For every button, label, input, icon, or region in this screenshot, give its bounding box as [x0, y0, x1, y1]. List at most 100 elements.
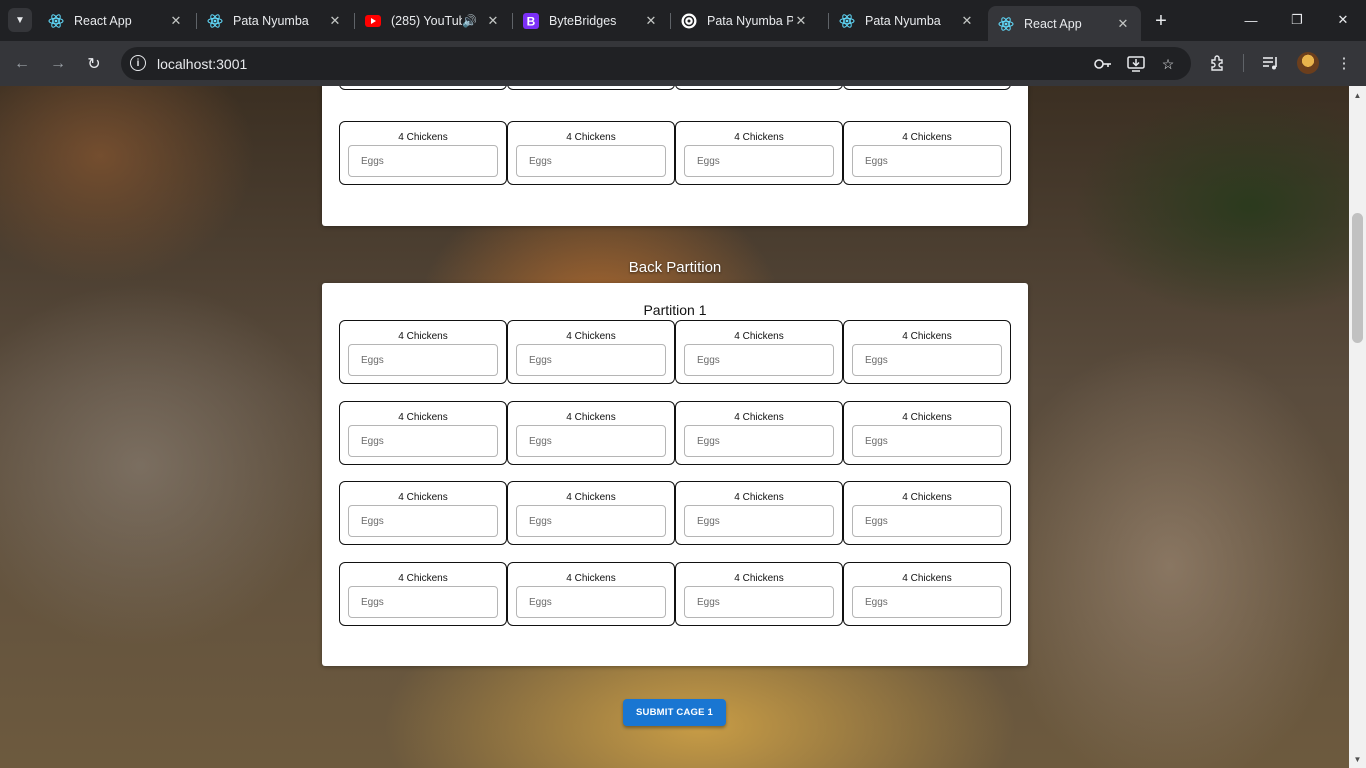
eggs-input-field[interactable]: [852, 344, 1002, 376]
new-tab-button[interactable]: +: [1150, 10, 1172, 32]
chicken-count-label: 4 Chickens: [566, 492, 616, 503]
eggs-input[interactable]: [349, 146, 497, 176]
cage-card: 4 Chickens: [507, 121, 675, 185]
media-control-icon[interactable]: [1260, 52, 1282, 74]
eggs-input-field[interactable]: [348, 586, 498, 618]
close-window-button[interactable]: ✕: [1320, 0, 1366, 40]
eggs-input[interactable]: [517, 146, 665, 176]
close-icon[interactable]: ✕: [168, 13, 184, 29]
address-bar[interactable]: i localhost:3001 ☆: [121, 47, 1191, 80]
close-icon[interactable]: ✕: [485, 13, 501, 29]
close-icon[interactable]: ✕: [959, 13, 975, 29]
eggs-input-field[interactable]: [684, 505, 834, 537]
cage-card: 4 Chickens: [339, 320, 507, 384]
eggs-input[interactable]: [685, 506, 833, 536]
page-scrollbar[interactable]: ▲ ▼: [1349, 86, 1366, 768]
eggs-input-field[interactable]: [684, 145, 834, 177]
tab-pata-nyumba-2[interactable]: Pata Nyumba ✕: [829, 6, 985, 36]
tab-react-app-active[interactable]: React App ✕: [988, 6, 1141, 41]
eggs-input[interactable]: [685, 587, 833, 617]
close-icon[interactable]: ✕: [1115, 16, 1131, 32]
password-key-icon[interactable]: [1094, 55, 1112, 73]
tab-title: Pata Nyumba: [233, 14, 309, 28]
tab-title: (285) YouTube: [391, 14, 462, 28]
eggs-input-field[interactable]: [348, 145, 498, 177]
eggs-input[interactable]: [853, 146, 1001, 176]
eggs-input[interactable]: [853, 345, 1001, 375]
eggs-input-field[interactable]: [684, 425, 834, 457]
extensions-icon[interactable]: [1207, 52, 1229, 74]
eggs-input-field[interactable]: [516, 586, 666, 618]
eggs-input-field[interactable]: [348, 425, 498, 457]
submit-cage-button[interactable]: SUBMIT CAGE 1: [623, 699, 726, 726]
openai-icon: [681, 13, 697, 29]
eggs-input[interactable]: [517, 426, 665, 456]
chicken-count-label: 4 Chickens: [734, 573, 784, 584]
eggs-input[interactable]: [517, 345, 665, 375]
eggs-input[interactable]: [349, 506, 497, 536]
eggs-input-field[interactable]: [348, 505, 498, 537]
eggs-input[interactable]: [853, 587, 1001, 617]
eggs-input-field[interactable]: [516, 505, 666, 537]
minimize-button[interactable]: —: [1228, 0, 1274, 40]
eggs-input[interactable]: [517, 506, 665, 536]
section-title: Back Partition: [628, 259, 722, 276]
url-text[interactable]: localhost:3001: [157, 56, 247, 72]
tab-bytebridges[interactable]: B ByteBridges ✕: [513, 6, 669, 36]
eggs-input-field[interactable]: [516, 425, 666, 457]
react-icon: [48, 13, 64, 29]
eggs-input-field[interactable]: [852, 425, 1002, 457]
eggs-input[interactable]: [349, 587, 497, 617]
page-viewport: 4 Chickens 4 Chickens 4 Chickens 4 Chick…: [0, 86, 1349, 768]
cage-card: 4 Chickens: [675, 320, 843, 384]
eggs-input[interactable]: [685, 146, 833, 176]
forward-button[interactable]: →: [45, 51, 71, 77]
menu-icon[interactable]: ⋮: [1333, 52, 1355, 74]
tab-search-button[interactable]: ▼: [8, 8, 32, 32]
scrollbar-thumb[interactable]: [1352, 213, 1363, 343]
eggs-input-field[interactable]: [852, 145, 1002, 177]
eggs-input-field[interactable]: [684, 586, 834, 618]
eggs-input-field[interactable]: [684, 344, 834, 376]
close-icon[interactable]: ✕: [643, 13, 659, 29]
tab-pata-nyumba-pr[interactable]: Pata Nyumba Pr ✕: [671, 6, 827, 36]
tab-title: Pata Nyumba Pr: [707, 14, 793, 28]
eggs-input-field[interactable]: [852, 505, 1002, 537]
eggs-input[interactable]: [349, 345, 497, 375]
eggs-input-field[interactable]: [852, 586, 1002, 618]
chicken-count-label: 4 Chickens: [734, 492, 784, 503]
scroll-up-arrow-icon[interactable]: ▲: [1349, 90, 1366, 102]
bookmark-star-icon[interactable]: ☆: [1159, 55, 1177, 73]
install-app-icon[interactable]: [1127, 55, 1145, 73]
eggs-input-field[interactable]: [516, 145, 666, 177]
eggs-input-field[interactable]: [348, 344, 498, 376]
cage-card: [675, 86, 843, 90]
react-icon: [998, 16, 1014, 32]
tab-pata-nyumba-1[interactable]: Pata Nyumba ✕: [197, 6, 353, 36]
close-icon[interactable]: ✕: [327, 13, 343, 29]
chicken-count-label: 4 Chickens: [902, 331, 952, 342]
arrow-left-icon: ←: [14, 55, 30, 72]
eggs-input[interactable]: [517, 587, 665, 617]
eggs-input-field[interactable]: [516, 344, 666, 376]
profile-avatar[interactable]: [1297, 52, 1319, 74]
site-info-icon[interactable]: i: [130, 55, 146, 71]
chicken-count-label: 4 Chickens: [902, 573, 952, 584]
eggs-input[interactable]: [685, 426, 833, 456]
chicken-count-label: 4 Chickens: [734, 412, 784, 423]
reload-button[interactable]: ↻: [81, 51, 107, 77]
eggs-input[interactable]: [853, 506, 1001, 536]
speaker-icon[interactable]: 🔊: [462, 14, 477, 28]
top-partition-panel: 4 Chickens 4 Chickens 4 Chickens 4 Chick…: [322, 86, 1028, 226]
eggs-input[interactable]: [853, 426, 1001, 456]
tab-react-app-1[interactable]: React App ✕: [38, 6, 194, 36]
scroll-down-arrow-icon[interactable]: ▼: [1349, 754, 1366, 766]
reload-icon: ↻: [87, 56, 101, 73]
eggs-input[interactable]: [349, 426, 497, 456]
eggs-input[interactable]: [685, 345, 833, 375]
back-button[interactable]: ←: [9, 51, 35, 77]
restore-button[interactable]: ❐: [1274, 0, 1320, 40]
close-icon[interactable]: ✕: [793, 13, 809, 29]
tab-youtube[interactable]: (285) YouTube 🔊 ✕: [355, 6, 511, 36]
tab-title: React App: [1024, 16, 1082, 31]
